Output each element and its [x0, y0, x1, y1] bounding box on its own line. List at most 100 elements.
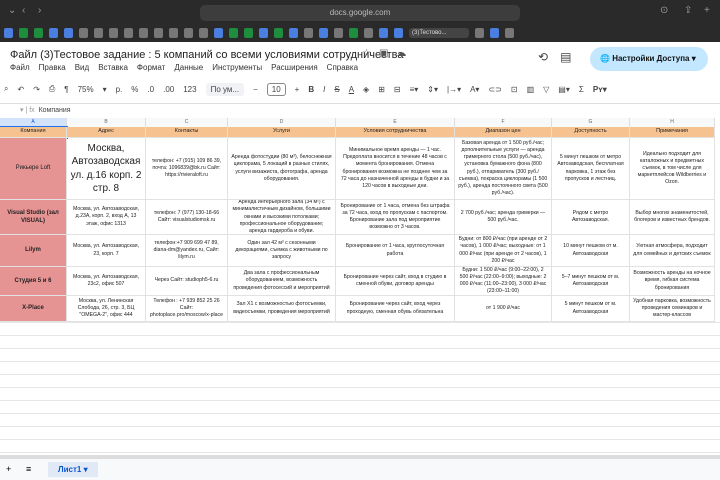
table-cell[interactable]: Будни: от 800 ₽/час (при аренде от 2 час… — [455, 235, 552, 267]
browser-tab[interactable] — [79, 28, 88, 38]
italic-icon[interactable]: I — [323, 85, 325, 94]
table-cell[interactable]: Один зал 42 м² с сезонными декорациями, … — [228, 235, 336, 267]
column-header[interactable]: E — [336, 118, 455, 127]
company-cell[interactable]: Visual Studio (зал VISUAL) — [0, 200, 67, 235]
browser-tab[interactable] — [274, 28, 283, 38]
font-size-input[interactable]: 10 — [266, 82, 286, 96]
browser-tab[interactable] — [289, 28, 298, 38]
browser-tab[interactable] — [19, 28, 28, 38]
browser-tab[interactable] — [49, 28, 58, 38]
share-icon[interactable]: ⇪ — [684, 5, 692, 16]
filter-icon[interactable]: ▽ — [543, 85, 549, 94]
new-tab-icon[interactable]: + — [704, 5, 710, 16]
menu-item[interactable]: Инструменты — [212, 63, 262, 72]
formula-value[interactable]: Компания — [39, 107, 71, 114]
table-cell[interactable]: Аренда фотостудии (80 м²), белоснежная ц… — [228, 138, 336, 200]
table-cell[interactable]: 5–7 минут пешком от м. Автозаводская — [552, 267, 630, 296]
menu-item[interactable]: Файл — [10, 63, 30, 72]
font-size-increase[interactable]: + — [295, 85, 300, 94]
active-browser-tab[interactable]: (3)Тестово... — [409, 28, 469, 38]
browser-tab[interactable] — [229, 28, 238, 38]
table-cell[interactable]: Выбор многих знаменитостей, блогеров и и… — [630, 200, 715, 235]
menu-item[interactable]: Данные — [174, 63, 203, 72]
table-cell[interactable]: 2 700 руб./час; аренда гримерки — 500 ру… — [455, 200, 552, 235]
table-cell[interactable]: 10 минут пешком от м. Автозаводская — [552, 235, 630, 267]
link-icon[interactable]: ⊂⊃ — [488, 85, 501, 94]
browser-tab[interactable] — [109, 28, 118, 38]
paint-format-icon[interactable]: ¶ — [64, 85, 68, 94]
cloud-icon[interactable]: ☁ — [396, 48, 414, 59]
address-bar[interactable]: docs.google.com — [200, 5, 520, 21]
valign-icon[interactable]: ⇕▾ — [427, 85, 438, 94]
table-cell[interactable]: Удобная парковка, возможность проведения… — [630, 296, 715, 322]
header-cell[interactable]: Доступность — [552, 127, 630, 138]
table-cell[interactable]: от 1 900 ₽/час — [455, 296, 552, 322]
folder-icon[interactable]: ▣ — [379, 48, 396, 59]
browser-tab[interactable] — [244, 28, 253, 38]
table-cell[interactable]: Два зала с профессиональным оборудование… — [228, 267, 336, 296]
header-cell[interactable]: Диапазон цен — [455, 127, 552, 138]
download-icon[interactable]: ⊙ — [660, 5, 668, 16]
browser-tab[interactable] — [94, 28, 103, 38]
formula-bar[interactable]: ▾ | fx Компания — [0, 103, 720, 117]
browser-tab[interactable] — [490, 28, 499, 38]
table-cell[interactable]: Идеально подходит для каталожных и предм… — [630, 138, 715, 200]
table-cell[interactable]: Москва, Автозаводская ул. д.16 корп. 2 с… — [67, 138, 146, 200]
sheet-tab[interactable]: Лист1 ▾ — [48, 462, 98, 477]
table-cell[interactable]: Москва, ул. Автозаводская, 23, корп. 7 — [67, 235, 146, 267]
undo-icon[interactable]: ↶ — [17, 85, 24, 94]
align-icon[interactable]: ≡▾ — [410, 85, 419, 94]
back-icon[interactable]: ‹ — [22, 5, 25, 16]
company-cell[interactable]: Студия 5 и 6 — [0, 267, 67, 296]
print-icon[interactable]: ⎙ — [49, 84, 55, 94]
table-cell[interactable]: Телефон : +7 939 852 25 26 Сайт: photopl… — [146, 296, 228, 322]
column-header[interactable]: G — [552, 118, 630, 127]
rotate-icon[interactable]: A▾ — [470, 85, 479, 94]
column-header[interactable]: C — [146, 118, 228, 127]
column-header[interactable]: B — [67, 118, 146, 127]
browser-tab[interactable] — [64, 28, 73, 38]
history-icon[interactable]: ⟲ — [538, 50, 560, 64]
table-cell[interactable]: Бронирование через сайт, вход в студию в… — [336, 267, 455, 296]
column-header[interactable]: F — [455, 118, 552, 127]
header-cell[interactable]: Услуги — [228, 127, 336, 138]
browser-tab[interactable] — [364, 28, 373, 38]
increase-decimal-button[interactable]: .00 — [163, 85, 174, 94]
browser-tab[interactable] — [319, 28, 328, 38]
browser-tab[interactable] — [139, 28, 148, 38]
browser-tab[interactable] — [199, 28, 208, 38]
header-cell[interactable]: Компания — [0, 126, 68, 139]
bold-icon[interactable]: B — [308, 85, 314, 94]
redo-icon[interactable]: ↷ — [33, 85, 40, 94]
table-cell[interactable]: Бронирование от 1 часа, отмена без штраф… — [336, 200, 455, 235]
menu-item[interactable]: Правка — [39, 63, 66, 72]
table-cell[interactable]: Минимальное время аренды — 1 час. Предоп… — [336, 138, 455, 200]
font-size-decrease[interactable]: − — [253, 85, 258, 94]
browser-tab[interactable] — [304, 28, 313, 38]
browser-tab[interactable] — [334, 28, 343, 38]
table-cell[interactable]: 5 минут пешком от метро Автозаводская, б… — [552, 138, 630, 200]
browser-tab[interactable] — [4, 28, 13, 38]
browser-tab[interactable] — [379, 28, 388, 38]
fill-color-icon[interactable]: ◈ — [363, 85, 369, 94]
borders-icon[interactable]: ⊞ — [378, 85, 385, 94]
font-select[interactable]: По ум... — [205, 82, 245, 96]
company-cell[interactable]: Рикьере Loft — [0, 138, 67, 200]
menu-item[interactable]: Справка — [327, 63, 358, 72]
input-tools-icon[interactable]: Pʏ▾ — [593, 85, 607, 94]
table-cell[interactable]: Москва, ул. Ленинская Слобода, 26, стр. … — [67, 296, 146, 322]
browser-tab[interactable] — [259, 28, 268, 38]
column-header[interactable]: A — [0, 118, 67, 127]
sidebar-toggle-icon[interactable]: ⌄ — [8, 5, 16, 16]
browser-tab[interactable] — [475, 28, 484, 38]
add-sheet-icon[interactable]: + — [6, 464, 11, 474]
table-cell[interactable]: телефон: +7 (915) 109 86 39, почта: 1096… — [146, 138, 228, 200]
browser-tab[interactable] — [154, 28, 163, 38]
comment-icon[interactable]: ⊡ — [511, 85, 518, 94]
table-cell[interactable]: Базовая аренда от 1 500 руб./час; дополн… — [455, 138, 552, 200]
table-cell[interactable]: Возможность аренды на ночное время, гибк… — [630, 267, 715, 296]
column-header[interactable]: H — [630, 118, 715, 127]
browser-tab[interactable] — [169, 28, 178, 38]
column-header[interactable]: D — [228, 118, 336, 127]
comments-icon[interactable]: ▤ — [560, 50, 583, 64]
